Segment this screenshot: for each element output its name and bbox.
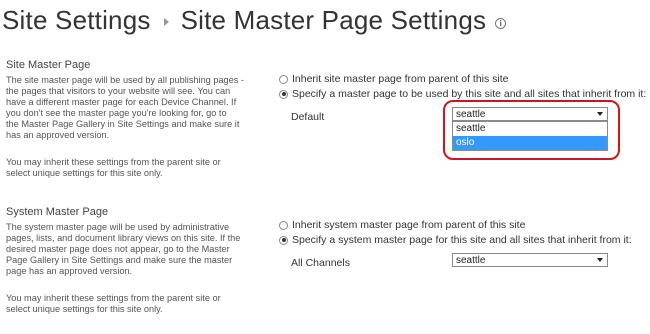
radio-label: Specify a master page to be used by this… xyxy=(292,88,647,100)
default-master-select[interactable]: seattle xyxy=(452,107,608,121)
desc-line: Page Gallery in Site Settings and make s… xyxy=(6,255,233,266)
chevron-down-icon[interactable] xyxy=(597,112,603,116)
chevron-down-icon[interactable] xyxy=(597,258,603,262)
radio-button-selected[interactable] xyxy=(279,235,288,245)
site-master-inherit-option[interactable]: Inherit site master page from parent of … xyxy=(279,73,509,85)
page-title: Site Master Page Settings xyxy=(180,4,487,35)
desc-line: select unique settings for this site onl… xyxy=(6,304,163,315)
breadcrumb-separator-icon xyxy=(163,18,169,26)
site-master-description: The site master page will be used by all… xyxy=(6,75,276,142)
dropdown-option-highlighted[interactable]: oslo xyxy=(453,136,607,150)
all-channels-field-label: All Channels xyxy=(291,257,350,269)
site-master-inherit-note: You may inherit these settings from the … xyxy=(6,157,276,179)
system-master-select[interactable]: seattle xyxy=(452,253,608,267)
desc-line: You may inherit these settings from the … xyxy=(6,293,221,303)
radio-label: Inherit site master page from parent of … xyxy=(292,73,509,85)
master-page-dropdown-list: seattle oslo xyxy=(452,121,608,151)
desc-line: page has an approved version. xyxy=(6,266,133,277)
desc-line: select unique settings for this site onl… xyxy=(6,168,163,179)
system-master-inherit-option[interactable]: Inherit system master page from parent o… xyxy=(279,219,525,231)
desc-line: have a different master page for each De… xyxy=(6,97,237,108)
dropdown-option[interactable]: seattle xyxy=(453,122,607,136)
system-master-specify-option[interactable]: Specify a system master page for this si… xyxy=(279,234,632,246)
radio-button[interactable] xyxy=(279,74,288,84)
radio-label: Specify a system master page for this si… xyxy=(292,234,632,246)
system-master-heading: System Master Page xyxy=(6,206,109,218)
desc-line: has an approved version. xyxy=(6,130,110,141)
system-master-description: The system master page will be used by a… xyxy=(6,222,276,277)
desc-line: you don't see the master page you're loo… xyxy=(6,108,227,119)
site-master-heading: Site Master Page xyxy=(6,59,91,71)
info-icon[interactable]: i xyxy=(495,17,507,29)
desc-line: the Master Page Gallery in Site Settings… xyxy=(6,119,240,130)
desc-line: The site master page will be used by all… xyxy=(6,75,244,85)
desc-line: You may inherit these settings from the … xyxy=(6,157,221,167)
breadcrumb-site-settings[interactable]: Site Settings xyxy=(2,5,151,36)
desc-line: The system master page will be used by a… xyxy=(6,222,230,232)
radio-label: Inherit system master page from parent o… xyxy=(292,219,526,231)
page-header: Site Settings Site Master Page Settings … xyxy=(2,2,507,38)
site-master-specify-option[interactable]: Specify a master page to be used by this… xyxy=(279,88,646,100)
desc-line: pages, lists, and document library views… xyxy=(6,233,241,244)
desc-line: desired master page does not appear, go … xyxy=(6,244,230,255)
desc-line: the pages that visitors to your website … xyxy=(6,86,231,97)
select-value: seattle xyxy=(456,254,486,266)
select-value: seattle xyxy=(456,108,486,120)
radio-button-selected[interactable] xyxy=(279,89,288,99)
default-field-label: Default xyxy=(291,111,325,123)
system-master-inherit-note: You may inherit these settings from the … xyxy=(6,293,276,315)
radio-button[interactable] xyxy=(279,220,288,230)
